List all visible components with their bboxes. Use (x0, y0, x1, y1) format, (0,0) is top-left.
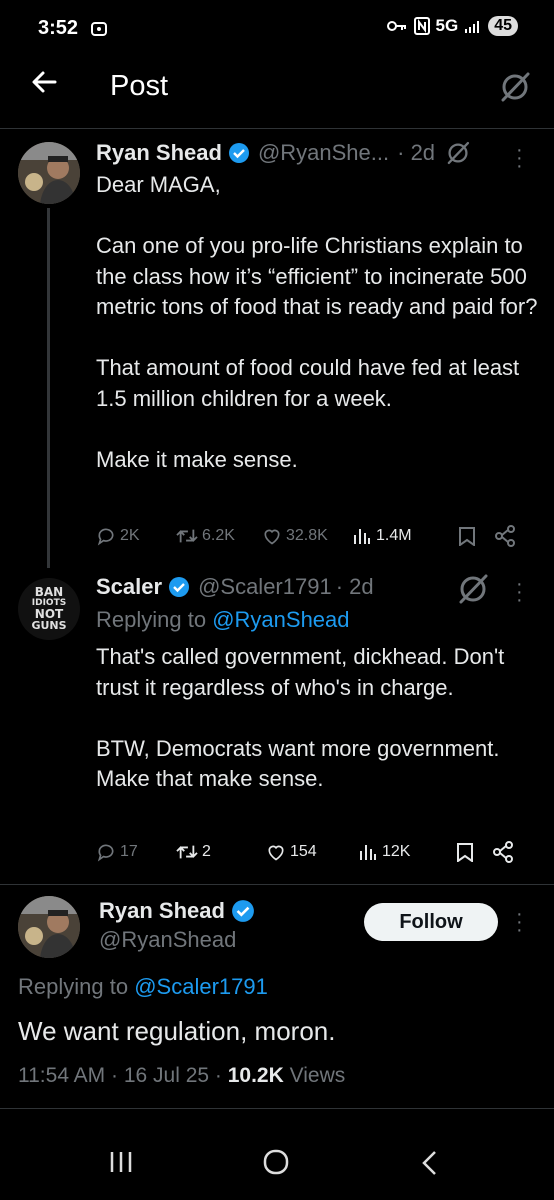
post-timestamp: 11:54 AM · 16 Jul 25 · (18, 1064, 228, 1087)
heart-icon (268, 845, 284, 861)
system-nav-bar (0, 1110, 554, 1200)
network-type: 5G (435, 16, 459, 35)
verified-badge-icon (169, 577, 190, 597)
like-button[interactable]: 154 (266, 842, 358, 862)
replying-to: Replying to @Scaler1791 (18, 974, 268, 1000)
avatar[interactable] (18, 896, 80, 958)
view-count: 1.4M (376, 527, 412, 544)
main-post-text: We want regulation, moron. (18, 1016, 336, 1046)
more-options-icon[interactable]: · · · (516, 904, 523, 940)
repost-count: 2 (202, 843, 211, 860)
follow-button[interactable]: Follow (364, 903, 498, 941)
status-time: 3:52 (38, 17, 79, 39)
main-post-author: Ryan Shead (99, 898, 255, 924)
avatar[interactable]: BAN IDIOTS NOT GUNS (18, 578, 80, 640)
views-chart-icon (360, 845, 376, 860)
avatar-text-line: GUNS (31, 619, 67, 632)
bookmark-icon[interactable] (458, 526, 476, 546)
status-bar: 3:52 5G 45 (0, 0, 554, 58)
post-2-header: Scaler @Scaler1791 · 2d (96, 574, 374, 600)
repost-icon (176, 845, 198, 859)
avatar-photo (18, 896, 80, 958)
author-name[interactable]: Ryan Shead (99, 898, 225, 924)
nfc-icon (413, 17, 430, 35)
share-icon[interactable] (494, 525, 516, 547)
post-1-header: Ryan Shead @RyanShe... · 2d (96, 140, 471, 166)
back-arrow-icon[interactable] (30, 68, 58, 96)
battery-level: 45 (488, 16, 518, 36)
avatar[interactable] (18, 142, 80, 204)
replying-label: Replying to (18, 974, 129, 999)
thread-connector (47, 208, 50, 568)
replying-to-link[interactable]: @Scaler1791 (134, 974, 268, 999)
home-icon[interactable] (262, 1148, 290, 1176)
like-count: 32.8K (286, 527, 328, 544)
grok-icon[interactable] (445, 140, 471, 166)
reply-icon (97, 844, 114, 862)
author-handle[interactable]: @RyanShead (99, 927, 236, 953)
repost-button[interactable]: 6.2K (176, 526, 262, 546)
author-handle[interactable]: @RyanShe... (258, 140, 389, 166)
grok-icon[interactable] (456, 572, 490, 606)
verified-badge-icon (232, 900, 254, 922)
views-chart-icon (354, 529, 370, 544)
author-handle[interactable]: @Scaler1791 (198, 574, 332, 600)
avatar-logo: BAN IDIOTS NOT GUNS (18, 578, 80, 640)
share-icon[interactable] (492, 841, 514, 863)
reply-count: 17 (120, 843, 138, 860)
post-text: That's called government, dickhead. Don'… (96, 644, 505, 791)
like-count: 154 (290, 843, 317, 860)
screenshot-icon (91, 22, 107, 36)
replying-to-link[interactable]: @RyanShead (212, 607, 349, 632)
recent-apps-icon[interactable] (108, 1150, 134, 1174)
repost-icon (176, 529, 198, 543)
reply-count: 2K (120, 527, 140, 544)
post-1-actions: 2K 6.2K 32.8K 1.4M (96, 524, 532, 548)
reply-icon (97, 528, 114, 546)
header-divider (0, 128, 554, 129)
top-bar: Post (0, 58, 554, 126)
post-meta: 11:54 AM · 16 Jul 25 · 10.2K Views (18, 1064, 345, 1088)
views-count: 10.2K (227, 1064, 284, 1087)
vpn-key-icon (386, 21, 406, 31)
more-options-icon[interactable]: · · · (516, 574, 523, 610)
system-back-icon[interactable] (420, 1150, 440, 1176)
repost-count: 6.2K (202, 527, 235, 544)
status-indicators: 5G 45 (386, 16, 518, 36)
reply-button[interactable]: 2K (96, 526, 176, 546)
post-time: · 2d (397, 140, 436, 165)
post-time: · 2d (335, 574, 374, 599)
view-count: 12K (382, 843, 411, 860)
more-options-icon[interactable]: · · · (516, 140, 523, 176)
views-button[interactable]: 12K (358, 842, 446, 862)
author-name[interactable]: Ryan Shead (96, 140, 222, 166)
replying-label: Replying to (96, 607, 207, 632)
views-button[interactable]: 1.4M (352, 526, 448, 546)
signal-icon (465, 21, 480, 33)
post-2-actions: 17 2 154 12K (96, 840, 532, 864)
heart-icon (264, 529, 280, 545)
replying-to: Replying to @RyanShead (96, 607, 350, 633)
like-button[interactable]: 32.8K (262, 526, 352, 546)
thread-divider (0, 884, 554, 885)
meta-divider (0, 1108, 554, 1109)
views-label: Views (283, 1064, 346, 1087)
author-name[interactable]: Scaler (96, 574, 162, 600)
bookmark-icon[interactable] (456, 842, 474, 862)
post-text: Dear MAGA, Can one of you pro-life Chris… (96, 172, 538, 472)
repost-button[interactable]: 2 (176, 842, 266, 862)
reply-button[interactable]: 17 (96, 842, 176, 862)
verified-badge-icon (228, 143, 249, 163)
grok-icon[interactable] (498, 70, 532, 104)
page-title: Post (110, 70, 169, 102)
avatar-photo (18, 142, 80, 204)
avatar-text-line: BAN (34, 585, 64, 599)
